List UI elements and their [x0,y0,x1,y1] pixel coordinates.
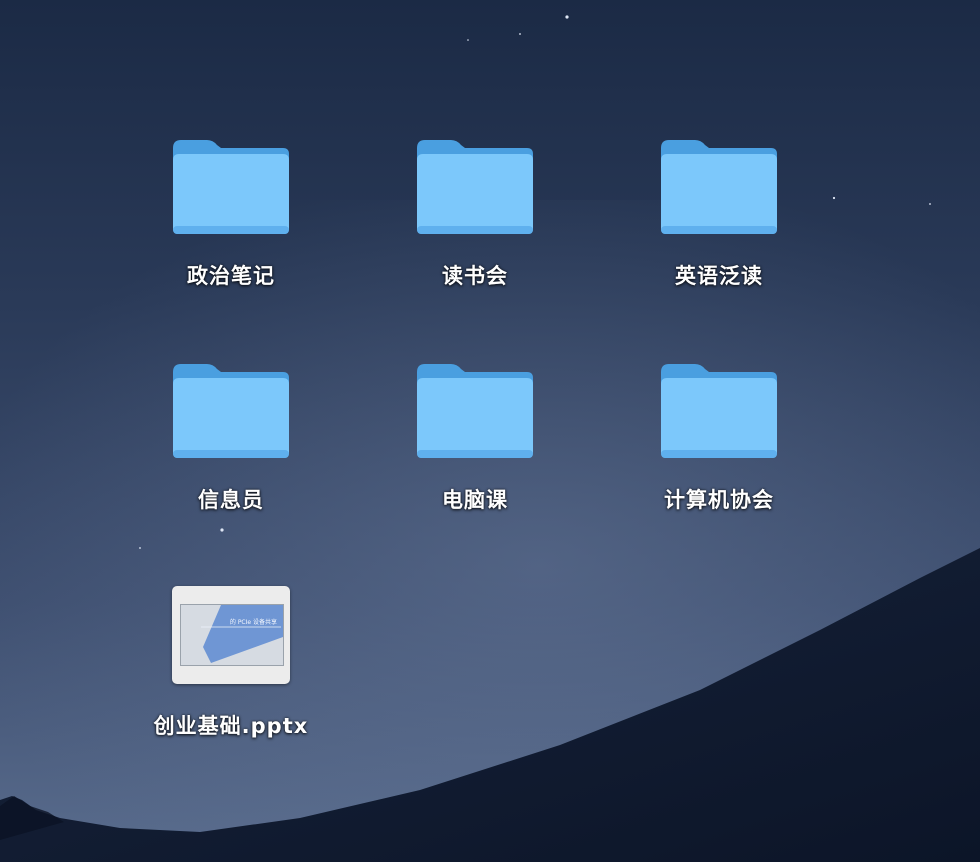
item-label: 英语泛读 [675,264,763,288]
item-label: 创业基础.pptx [153,714,309,738]
desktop-item-folder-2[interactable]: 读书会 [380,132,570,322]
item-label: 信息员 [198,488,264,512]
desktop-item-folder-4[interactable]: 信息员 [136,356,326,546]
slide-preview: 的 PCIe 设备共享 [180,604,284,666]
folder-icon [657,356,781,462]
folder-icon [413,132,537,238]
slide-text: 的 PCIe 设备共享 [229,619,277,626]
folder-icon [657,132,781,238]
item-label: 政治笔记 [187,264,275,288]
folder-icon [169,132,293,238]
desktop-item-folder-1[interactable]: 政治笔记 [136,132,326,322]
item-label: 电脑课 [442,488,508,512]
item-label: 读书会 [442,264,508,288]
desktop-item-folder-5[interactable]: 电脑课 [380,356,570,546]
folder-icon [413,356,537,462]
desktop-item-pptx-file[interactable]: 的 PCIe 设备共享 创业基础.pptx [136,582,326,772]
desktop-item-folder-6[interactable]: 计算机协会 [624,356,814,546]
item-label: 计算机协会 [664,488,774,512]
desktop-item-folder-3[interactable]: 英语泛读 [624,132,814,322]
folder-icon [169,356,293,462]
pptx-thumbnail-icon: 的 PCIe 设备共享 [169,582,293,688]
